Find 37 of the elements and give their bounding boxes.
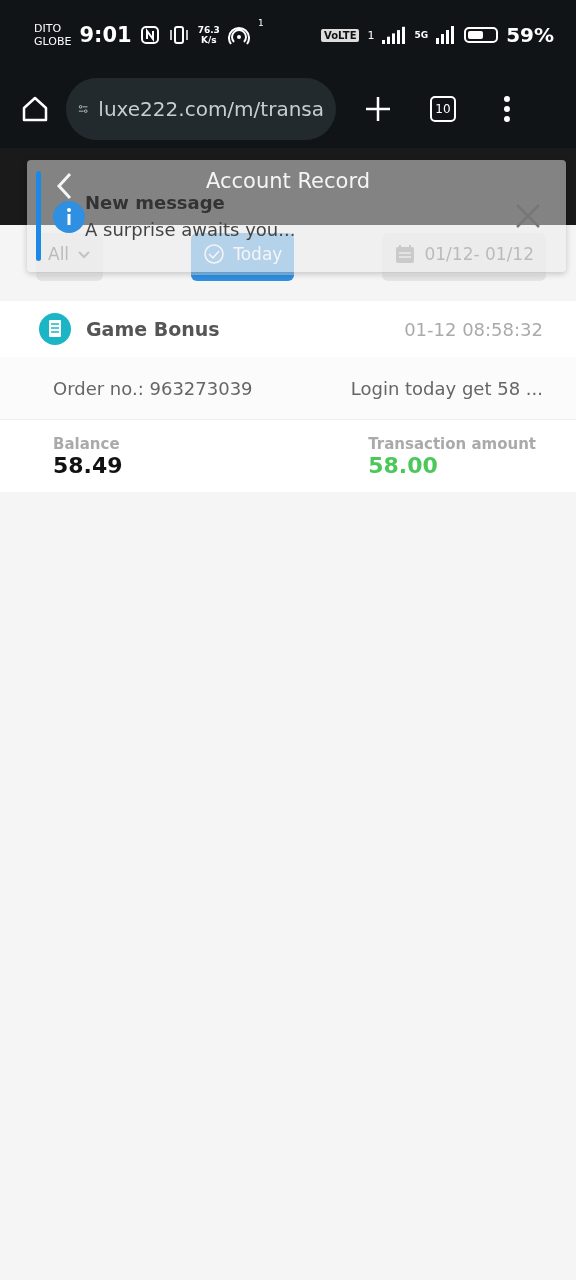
sim-number: 1 bbox=[367, 28, 375, 42]
battery-percent: 59% bbox=[506, 23, 554, 47]
record-type: Game Bonus bbox=[86, 318, 221, 340]
back-icon[interactable] bbox=[56, 172, 72, 200]
toast-title: New message bbox=[85, 192, 226, 213]
balance-value: 58.49 bbox=[53, 452, 123, 478]
amount-label: Transaction amount bbox=[368, 434, 536, 453]
chevron-down-icon bbox=[77, 249, 92, 259]
network-speed: 76.3 K/s bbox=[197, 25, 220, 45]
hotspot-icon bbox=[227, 25, 250, 45]
vibrate-icon bbox=[167, 25, 190, 45]
record-time: 01-12 08:58:32 bbox=[404, 318, 543, 340]
signal-icon bbox=[436, 26, 457, 44]
receipt-icon bbox=[38, 312, 72, 346]
hotspot-count: 1 bbox=[257, 18, 264, 28]
volte-badge: VoLTE bbox=[321, 28, 360, 42]
balance-label: Balance bbox=[53, 434, 121, 453]
network-type: 5G bbox=[414, 30, 429, 40]
plus-icon[interactable] bbox=[364, 95, 392, 123]
order-number: Order no.: 963273039 bbox=[53, 377, 253, 399]
close-icon[interactable] bbox=[514, 202, 542, 230]
address-bar[interactable]: luxe222.com/m/transa bbox=[66, 78, 336, 140]
info-icon bbox=[52, 200, 86, 234]
calendar-icon bbox=[394, 243, 417, 265]
battery-icon bbox=[464, 27, 499, 43]
amount-value: 58.00 bbox=[368, 452, 439, 478]
page-title: Account Record bbox=[206, 168, 370, 193]
home-icon[interactable] bbox=[20, 94, 50, 124]
more-icon[interactable] bbox=[502, 95, 512, 123]
signal-icon bbox=[382, 26, 407, 44]
url-text: luxe222.com/m/transa bbox=[98, 97, 324, 121]
record-note: Login today get 58 ... bbox=[350, 377, 543, 399]
check-icon bbox=[203, 243, 226, 265]
tab-count-button[interactable]: 10 bbox=[430, 96, 456, 122]
carrier-name: DITO GLOBE bbox=[34, 22, 72, 48]
nfc-icon bbox=[139, 25, 160, 45]
clock-time: 9:01 bbox=[79, 23, 132, 47]
